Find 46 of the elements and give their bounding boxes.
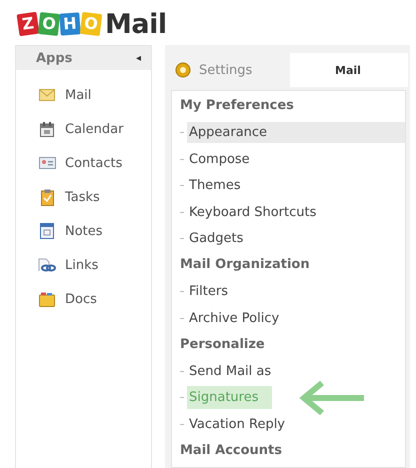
folder-icon	[39, 292, 55, 306]
dash-icon	[180, 158, 184, 160]
app-item[interactable]: Tasks	[16, 180, 151, 214]
section-heading: My Preferences	[179, 97, 295, 115]
settings-link[interactable]: Filters	[187, 281, 230, 302]
dash-icon	[180, 291, 184, 292]
settings-link[interactable]: Archive Policy	[187, 308, 282, 329]
product-name: Mail	[105, 8, 167, 40]
section-heading: Mail Accounts	[179, 442, 284, 460]
section-heading: Personalize	[179, 336, 266, 354]
dash-icon	[180, 238, 184, 240]
logo-letter-tile: O	[38, 12, 60, 36]
app-item[interactable]: Notes	[16, 214, 151, 248]
dash-icon	[180, 212, 184, 213]
tab[interactable]: Mail	[290, 53, 408, 87]
collapse-toggle[interactable]: ◂	[136, 52, 141, 64]
settings-link[interactable]: Gadgets	[187, 228, 246, 250]
settings-link[interactable]: Compose	[187, 148, 252, 170]
gear-icon	[175, 62, 191, 78]
section-heading: Mail Organization	[179, 256, 311, 274]
dash-icon	[180, 370, 184, 372]
settings-link[interactable]: Appearance	[187, 122, 405, 144]
app-item[interactable]: Mail	[16, 78, 151, 112]
notepad-icon	[40, 223, 54, 239]
app-item[interactable]: Calendar	[16, 112, 151, 146]
app-item[interactable]: Contacts	[16, 146, 151, 180]
logo-letter-tile: Z	[16, 12, 40, 36]
dash-icon	[180, 397, 184, 398]
dash-icon	[180, 424, 184, 425]
logo-letter-tile: H	[59, 12, 81, 36]
settings-link[interactable]: Vacation Reply	[187, 414, 288, 435]
clipboard-icon	[40, 188, 54, 206]
app-item[interactable]: Links	[16, 248, 151, 282]
dash-icon	[180, 132, 184, 134]
chain-link-icon	[38, 258, 56, 272]
logo-letter-tile: O	[80, 12, 102, 36]
settings-link[interactable]: Keyboard Shortcuts	[187, 202, 318, 223]
app-item[interactable]: Docs	[16, 282, 151, 316]
settings-link[interactable]: Themes	[187, 175, 243, 196]
contact-card-icon	[38, 157, 56, 169]
calendar-icon	[40, 122, 54, 136]
envelope-icon	[39, 89, 55, 101]
settings-link[interactable]: Send Mail as	[187, 360, 274, 382]
dash-icon	[180, 185, 184, 186]
panel-title: Apps	[36, 50, 72, 66]
dash-icon	[180, 318, 184, 319]
